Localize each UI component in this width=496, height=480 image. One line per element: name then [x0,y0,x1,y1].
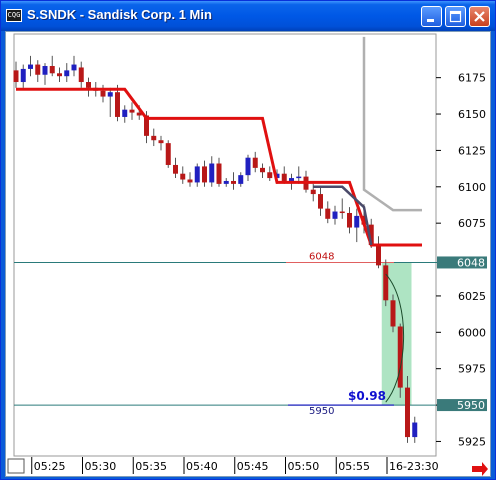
candle-down [49,66,55,74]
x-tick-label: 05:55 [338,460,370,473]
candle-up [209,163,215,183]
candle-up [289,178,294,181]
candle-down [115,92,120,117]
x-tick-label: 05:40 [186,460,218,473]
candle-up [412,422,418,438]
candle-down [165,143,171,165]
candle-up [20,68,26,83]
y-tick-label: 6100 [458,181,486,194]
price-box-label: 5950 [457,399,485,412]
title-bar[interactable]: CQG S.SNDK - Sandisk Corp. 1 Min [1,1,495,31]
candle-down [267,172,273,179]
maximize-icon [449,10,462,23]
candle-up [223,180,229,184]
candle-down [405,387,410,438]
candle-down [57,73,62,77]
reference-label-5950: 5950 [309,406,334,417]
candle-down [187,179,193,183]
candle-down [78,67,84,83]
candle-down [376,245,381,266]
window-title: S.SNDK - Sandisk Corp. 1 Min [27,7,212,22]
y-tick-label: 6000 [458,326,486,339]
close-button[interactable] [469,6,490,27]
candlestick-chart[interactable]: 6048 5950 5925 5950 5975 6000 6025 6075 6100 612… [6,32,490,476]
maximize-button[interactable] [445,6,466,27]
candle-up [354,215,360,228]
candle-up [245,157,251,176]
candle-down [129,109,135,113]
candle-down [310,189,316,195]
candle-down [35,64,41,75]
corner-box [7,458,25,474]
y-tick-label: 5925 [458,435,486,448]
candle-down [325,208,331,219]
candle-down [13,70,19,83]
cqg-app-icon[interactable]: CQG [6,9,22,22]
candle-down [86,82,91,88]
candle-up [64,70,70,77]
annotation-label: $0.98 [348,389,386,403]
candle-down [318,194,323,209]
application-window: CQG S.SNDK - Sandisk Corp. 1 Min 6048 595… [0,0,496,480]
y-tick-label: 6025 [458,290,486,303]
candle-down [100,90,106,97]
x-tick-label: 05:25 [34,460,66,473]
candle-down [180,173,186,180]
candle-up [42,66,48,75]
y-tick-label: 6125 [458,144,486,157]
candle-up [296,176,302,179]
x-tick-label: 16-23:30 [389,460,439,473]
x-tick-label: 05:45 [237,460,269,473]
y-tick-label: 6175 [458,72,486,85]
candle-down [252,157,258,168]
candle-up [238,175,244,184]
minimize-icon [427,19,434,22]
x-tick-label: 05:30 [85,460,117,473]
candle-down [390,300,396,327]
y-tick-label: 6150 [458,108,486,121]
y-tick-label: 5975 [458,363,486,376]
x-tick-label: 05:35 [135,460,167,473]
y-tick-label: 6075 [458,217,486,230]
candle-down [383,265,389,301]
candle-down [347,212,352,228]
price-box-label: 6048 [457,256,485,269]
candle-up [107,92,113,97]
candle-up [332,211,338,219]
close-icon [474,11,485,22]
x-tick-label: 05:50 [288,460,320,473]
reference-label-6048: 6048 [309,251,334,262]
candle-down [231,180,236,184]
chart-area[interactable]: 6048 5950 5925 5950 5975 6000 6025 6075 6100 612… [5,31,491,477]
candle-down [281,173,287,181]
candle-up [122,109,128,117]
candle-down [202,166,207,183]
candle-up [194,166,200,183]
candle-down [216,163,222,184]
candle-down [158,140,164,144]
candle-down [151,135,157,141]
minimize-button[interactable] [421,6,442,27]
candle-down [173,164,178,174]
candle-down [339,211,345,214]
candle-up [28,64,33,69]
candle-down [260,167,265,173]
candle-up [71,64,77,71]
